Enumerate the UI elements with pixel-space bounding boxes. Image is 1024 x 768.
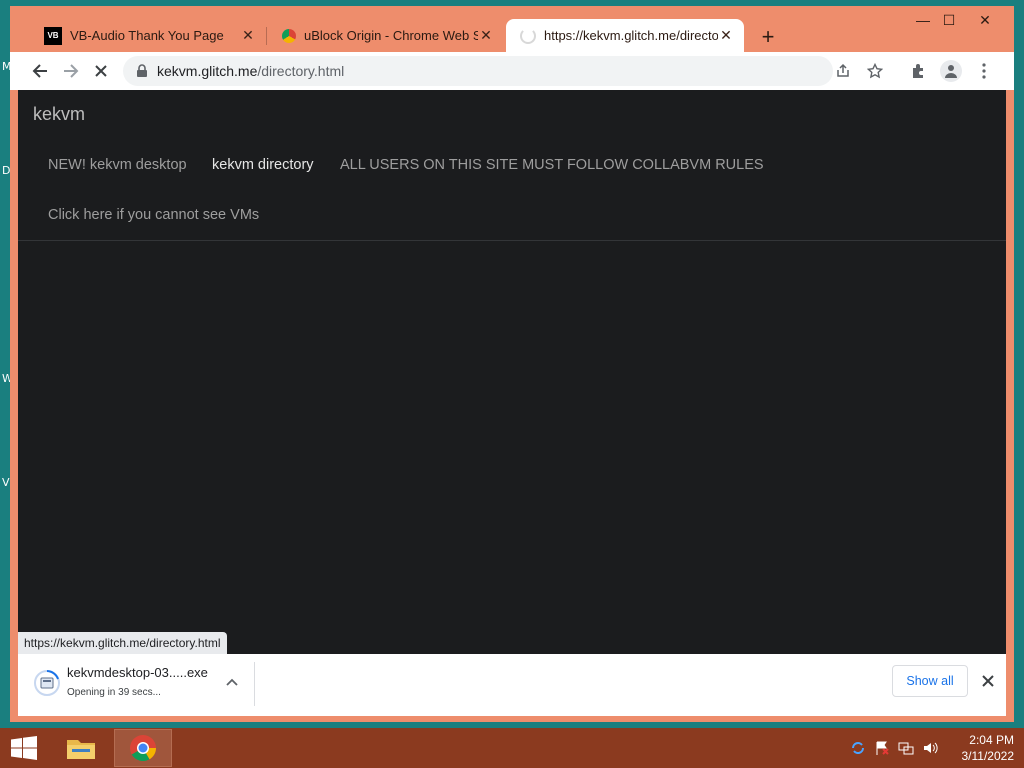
chevron-up-icon[interactable] — [223, 674, 241, 692]
system-clock[interactable]: 2:04 PM 3/11/2022 — [944, 732, 1015, 764]
bookmark-star-icon — [867, 63, 883, 79]
web-page: kekvm NEW! kekvm desktop kekvm directory… — [18, 90, 1006, 654]
puzzle-icon — [913, 64, 923, 78]
folder-icon — [67, 740, 95, 759]
url-path: /directory.html — [257, 63, 345, 79]
download-shelf: kekvmdesktop-03.....exe Opening in 39 se… — [18, 654, 1006, 716]
windows-start-icon[interactable] — [10, 736, 38, 760]
close-icon[interactable]: ✕ — [718, 27, 734, 44]
file-explorer-taskbar-button[interactable] — [52, 729, 110, 767]
menu-button[interactable] — [973, 60, 995, 82]
close-icon[interactable] — [979, 672, 997, 690]
tab-title: https://kekvm.glitch.me/directory — [544, 28, 718, 43]
close-icon[interactable]: ✕ — [240, 27, 256, 44]
back-button[interactable] — [29, 60, 51, 82]
tab-ublock-origin[interactable]: uBlock Origin - Chrome Web Sto ✕ — [268, 19, 504, 52]
stop-icon — [95, 65, 107, 77]
status-url-bubble: https://kekvm.glitch.me/directory.html — [18, 632, 227, 654]
tab-strip: VB VB-Audio Thank You Page ✕ uBlock Orig… — [10, 6, 1014, 52]
chrome-icon — [130, 735, 157, 762]
forward-button[interactable] — [60, 60, 82, 82]
network-icon[interactable] — [898, 740, 914, 756]
nav-collabvm-rules[interactable]: ALL USERS ON THIS SITE MUST FOLLOW COLLA… — [340, 157, 764, 173]
new-tab-button[interactable]: + — [756, 24, 780, 50]
navbar-divider — [18, 240, 1006, 241]
installer-file-icon[interactable] — [34, 670, 60, 696]
vb-audio-icon: VB — [44, 26, 62, 45]
nav-kekvm-directory[interactable]: kekvm directory — [212, 157, 314, 173]
forward-arrow-icon — [64, 64, 79, 78]
browser-window: VB VB-Audio Thank You Page ✕ uBlock Orig… — [10, 6, 1014, 722]
chrome-taskbar-button[interactable] — [114, 729, 172, 767]
lock-icon — [137, 64, 147, 77]
url-text: kekvm.glitch.me/directory.html — [157, 63, 344, 79]
clock-date: 3/11/2022 — [961, 749, 1015, 763]
chrome-web-store-icon — [282, 28, 296, 43]
download-status: Opening in 39 secs... — [67, 687, 161, 698]
close-icon[interactable]: ✕ — [478, 27, 494, 44]
kebab-menu-icon — [982, 63, 986, 79]
nav-kekvm-desktop[interactable]: NEW! kekvm desktop — [48, 157, 187, 173]
download-item-divider — [254, 662, 255, 706]
show-all-button[interactable]: Show all — [892, 665, 968, 697]
browser-toolbar: kekvm.glitch.me/directory.html — [10, 52, 1014, 90]
maximize-button[interactable]: ☐ — [934, 12, 964, 29]
tab-divider — [266, 27, 267, 45]
loading-icon — [520, 27, 536, 44]
tab-vb-audio[interactable]: VB VB-Audio Thank You Page ✕ — [30, 19, 266, 52]
extensions-button[interactable] — [908, 60, 930, 82]
back-arrow-icon — [32, 64, 47, 78]
cannot-see-vms-link[interactable]: Click here if you cannot see VMs — [48, 207, 259, 223]
site-brand[interactable]: kekvm — [33, 104, 85, 125]
tab-kekvm-directory[interactable]: https://kekvm.glitch.me/directory ✕ — [506, 19, 744, 52]
sync-icon[interactable] — [850, 740, 866, 756]
close-window-button[interactable]: ✕ — [970, 12, 1000, 29]
action-center-flag-icon[interactable] — [874, 740, 890, 756]
share-icon — [837, 63, 849, 77]
profile-button[interactable] — [940, 60, 962, 82]
tab-title: VB-Audio Thank You Page — [70, 28, 224, 43]
address-bar[interactable]: kekvm.glitch.me/directory.html — [123, 56, 883, 86]
volume-icon[interactable] — [922, 740, 938, 756]
desktop-icon-label: V — [2, 476, 10, 489]
clock-time: 2:04 PM — [969, 733, 1014, 747]
stop-button[interactable] — [90, 60, 112, 82]
tab-title: uBlock Origin - Chrome Web Sto — [304, 28, 478, 43]
taskbar: 2:04 PM 3/11/2022 — [0, 728, 1024, 768]
download-filename[interactable]: kekvmdesktop-03.....exe — [67, 665, 208, 680]
url-host: kekvm.glitch.me — [157, 63, 258, 79]
avatar-icon — [945, 65, 957, 78]
